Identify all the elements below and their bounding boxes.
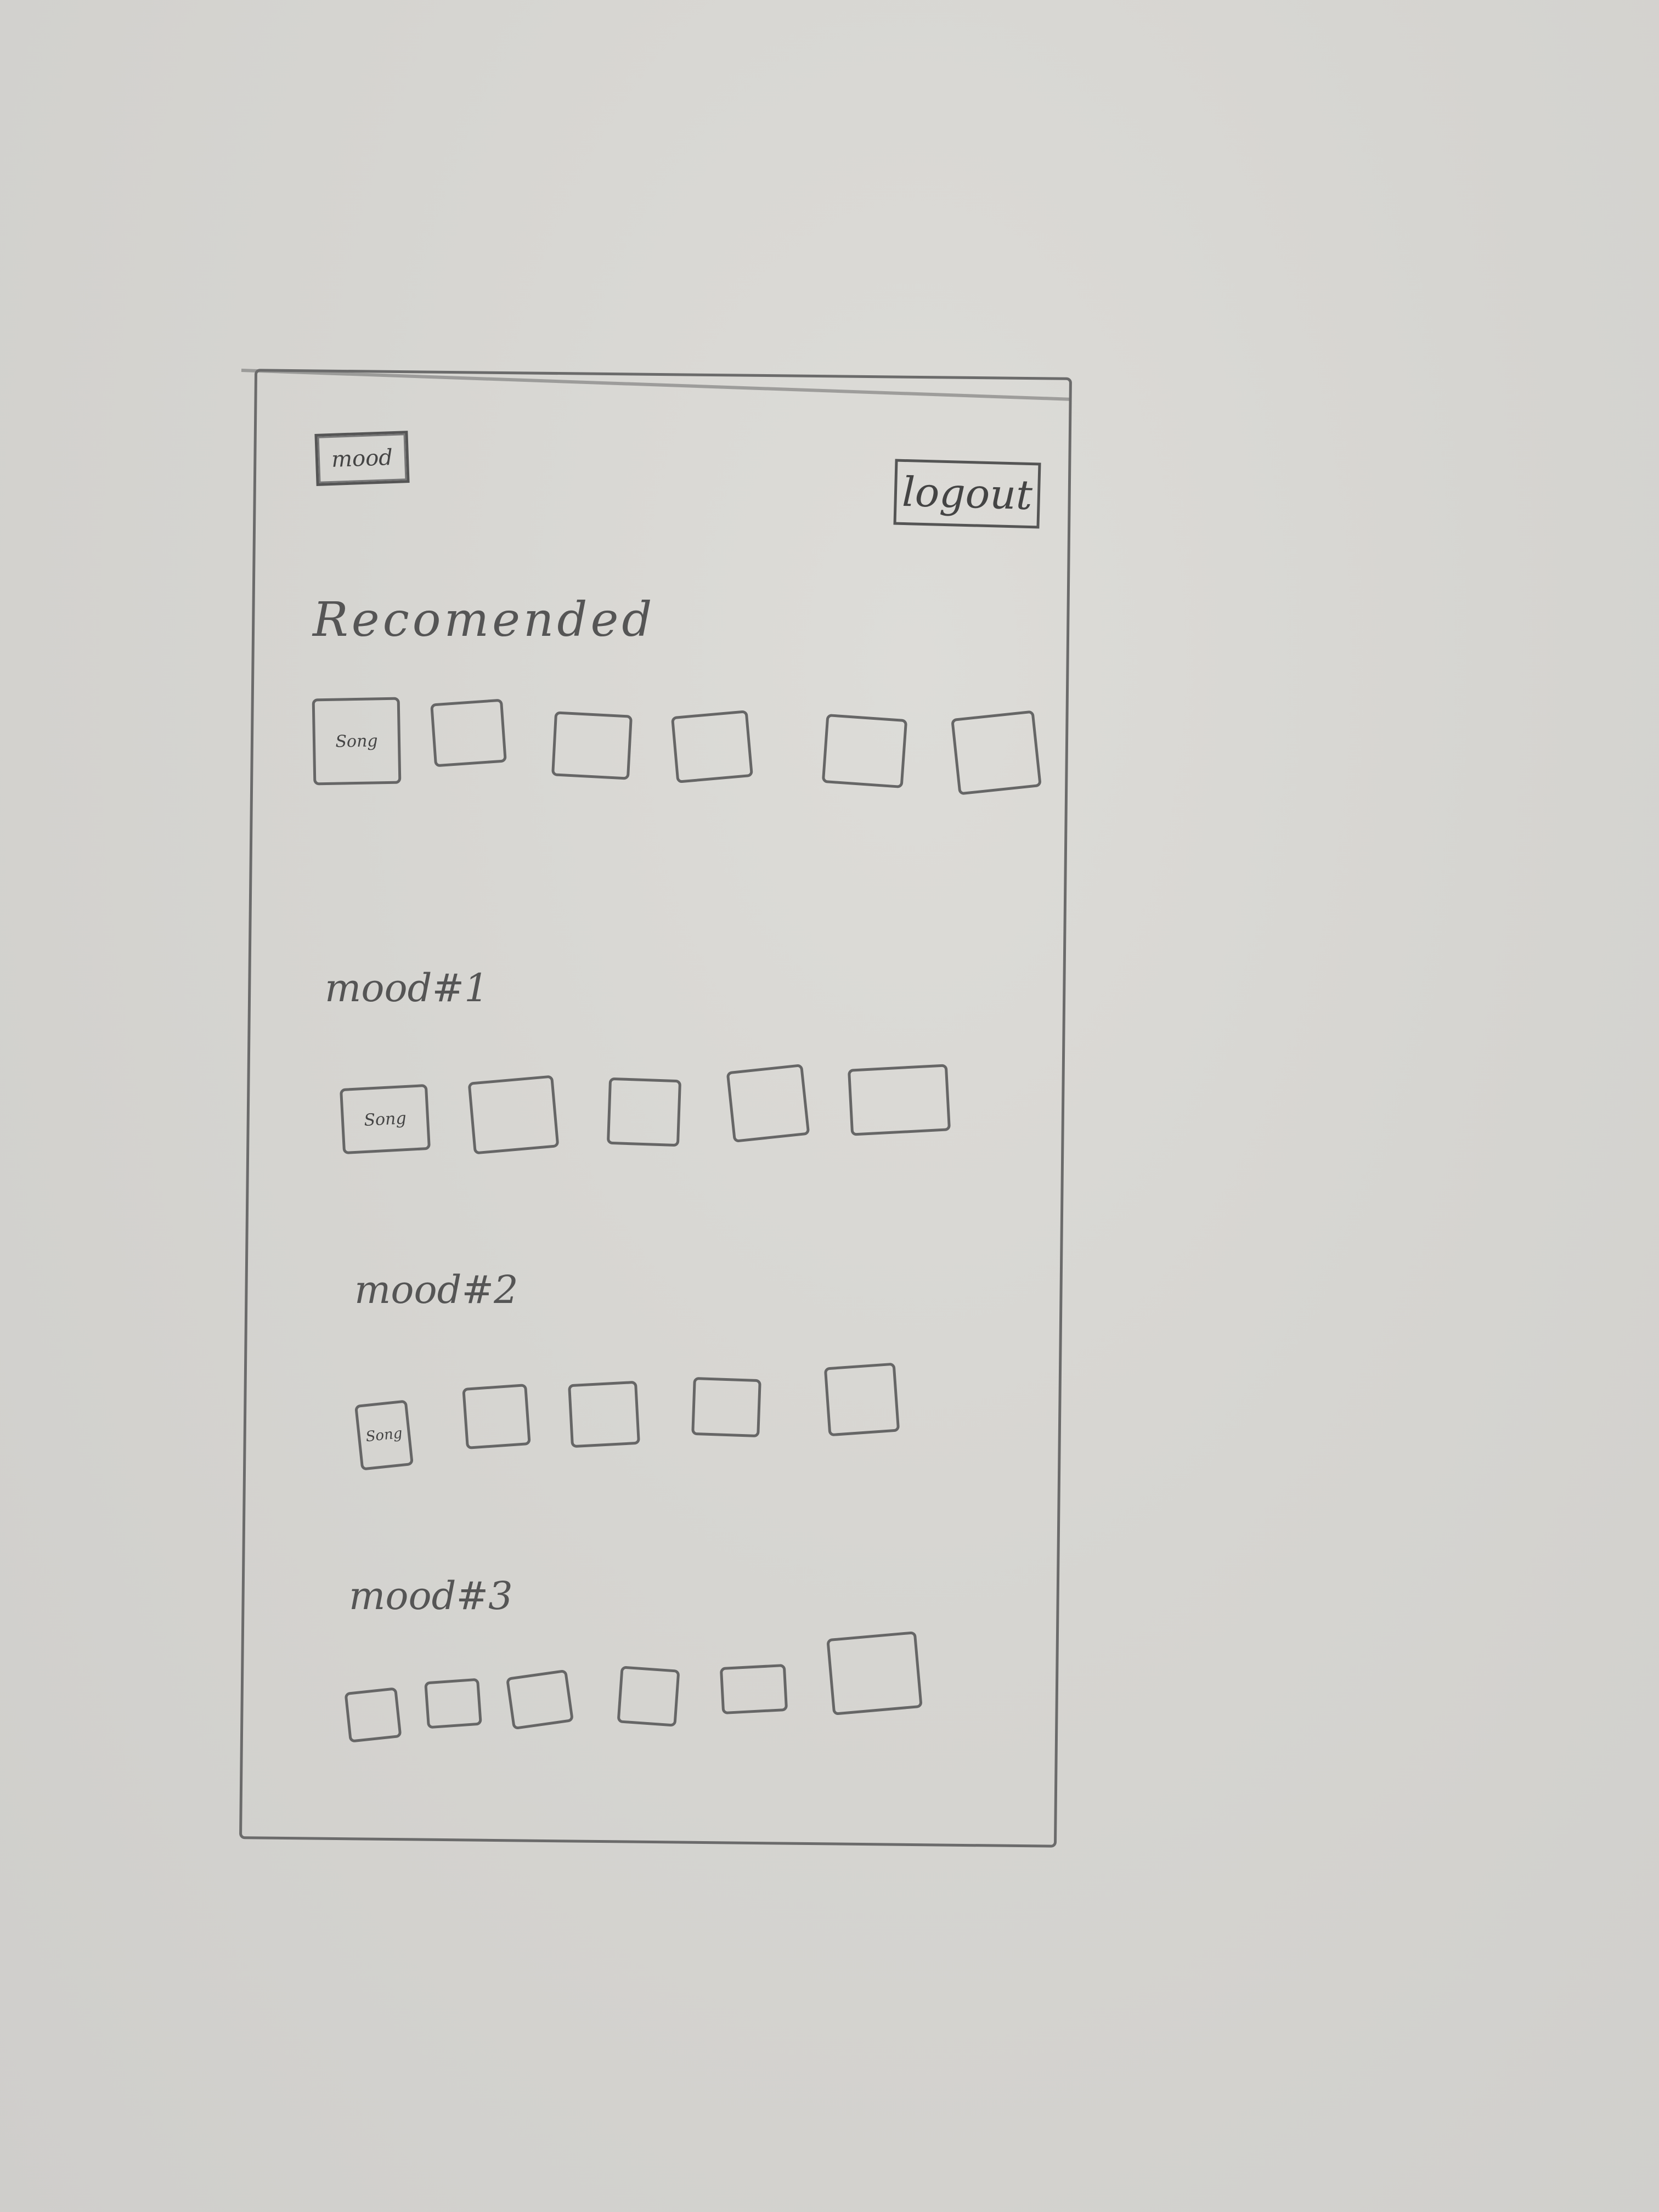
song-tile[interactable] (505, 1669, 574, 1730)
song-tile[interactable] (821, 713, 908, 789)
song-tile[interactable]: Song (354, 1400, 414, 1471)
song-tile[interactable]: Song (339, 1084, 431, 1155)
song-tile[interactable] (462, 1384, 531, 1449)
song-tile[interactable] (568, 1380, 640, 1448)
section-title-recommended: Recomended (313, 592, 656, 647)
song-tile[interactable] (430, 698, 507, 768)
song-tile[interactable] (670, 710, 754, 783)
logout-button[interactable]: logout (893, 459, 1041, 529)
song-tile[interactable] (551, 711, 633, 780)
section-title-mood-1: mood#1 (325, 966, 489, 1011)
song-tile[interactable] (691, 1376, 761, 1438)
song-tile[interactable] (826, 1631, 923, 1716)
song-tile[interactable] (726, 1064, 810, 1143)
song-tile[interactable] (823, 1362, 900, 1437)
mood-button-label: mood (317, 433, 407, 483)
song-tile[interactable] (424, 1678, 482, 1729)
song-tile[interactable] (617, 1666, 680, 1727)
mood-button[interactable]: mood (314, 431, 410, 486)
section-title-mood-3: mood#3 (349, 1573, 513, 1618)
song-tile[interactable] (951, 710, 1042, 795)
song-tile[interactable] (344, 1687, 402, 1743)
song-tile[interactable] (719, 1663, 788, 1715)
song-tile[interactable] (606, 1077, 682, 1147)
logout-button-label: logout (901, 468, 1033, 520)
song-tile[interactable]: Song (312, 697, 402, 786)
section-title-mood-2: mood#2 (354, 1267, 518, 1312)
song-tile[interactable] (847, 1064, 951, 1136)
song-tile[interactable] (467, 1075, 560, 1155)
